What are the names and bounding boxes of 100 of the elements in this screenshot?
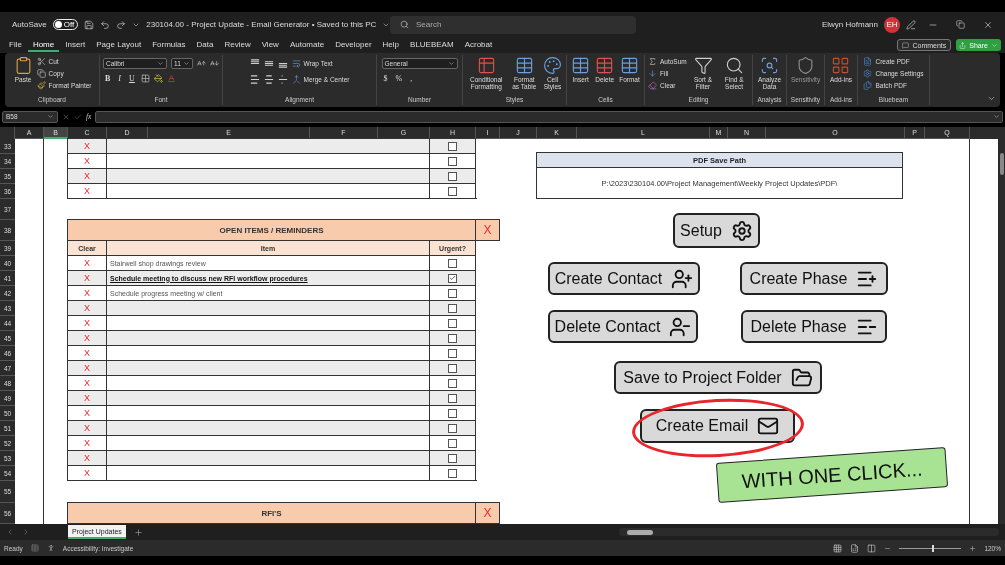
- italic-button[interactable]: I: [116, 74, 123, 83]
- callout-label: WITH ONE CLICK...: [715, 447, 949, 503]
- macro-button[interactable]: Create Contact: [548, 262, 700, 295]
- checkbox[interactable]: [448, 273, 457, 283]
- shield-icon: [796, 56, 815, 75]
- envelope-icon: [757, 415, 780, 437]
- checkbox[interactable]: [448, 171, 457, 181]
- checkbox[interactable]: [448, 363, 457, 373]
- checkbox[interactable]: [448, 186, 457, 196]
- search-icon: [400, 19, 409, 29]
- menu-tab[interactable]: Automate: [284, 38, 330, 52]
- checkbox[interactable]: [448, 333, 457, 343]
- checkbox[interactable]: [448, 156, 457, 166]
- checkbox[interactable]: [448, 393, 457, 403]
- checkbox[interactable]: [448, 408, 457, 418]
- menu-tab[interactable]: BLUEBEAM: [405, 38, 459, 52]
- x-mark[interactable]: X: [67, 465, 107, 481]
- zoom-thumb[interactable]: [931, 544, 934, 552]
- folder-icon: [790, 366, 813, 389]
- x-mark[interactable]: X: [67, 420, 107, 436]
- x-mark[interactable]: X: [67, 270, 107, 286]
- checkbox[interactable]: [448, 468, 457, 478]
- macro-button[interactable]: Delete Contact: [548, 310, 698, 343]
- restore-icon: [956, 20, 965, 29]
- x-mark[interactable]: X: [67, 168, 107, 184]
- checkbox[interactable]: [448, 348, 457, 358]
- menu-tab[interactable]: Developer: [330, 38, 377, 52]
- menu-tab[interactable]: Review: [219, 38, 256, 52]
- x-mark[interactable]: X: [67, 360, 107, 376]
- x-mark[interactable]: X: [67, 300, 107, 316]
- search-field[interactable]: Search: [390, 15, 636, 34]
- checkbox[interactable]: [448, 453, 457, 463]
- x-mark[interactable]: X: [67, 435, 107, 451]
- table-icon: [595, 56, 615, 75]
- comma-style-button[interactable]: ,: [408, 74, 415, 83]
- menu-tab[interactable]: View: [256, 38, 284, 52]
- checkbox[interactable]: [448, 141, 457, 151]
- align-icon[interactable]: [263, 74, 274, 85]
- filter-icon: [693, 56, 713, 75]
- menu-tab[interactable]: Data: [191, 38, 219, 52]
- x-mark[interactable]: X: [67, 138, 107, 154]
- menu-tab[interactable]: Formulas: [147, 38, 191, 52]
- x-mark[interactable]: X: [67, 375, 107, 391]
- formula-field[interactable]: [95, 110, 1003, 123]
- menu-tab[interactable]: Insert: [60, 38, 91, 52]
- bold-button[interactable]: B: [103, 74, 113, 83]
- checkbox[interactable]: [448, 378, 457, 388]
- checkbox[interactable]: [448, 318, 457, 328]
- x-mark[interactable]: X: [67, 345, 107, 361]
- menu-tab[interactable]: Acrobat: [459, 38, 498, 52]
- x-mark[interactable]: X: [67, 153, 107, 169]
- magnifier-icon: [760, 56, 779, 75]
- border-icon: [140, 74, 150, 83]
- x-mark[interactable]: X: [67, 390, 107, 406]
- x-mark[interactable]: X: [67, 183, 107, 199]
- arrow-down-icon: [648, 69, 657, 78]
- macro-button[interactable]: Create Email: [640, 409, 795, 443]
- font-grow-icon: [197, 59, 206, 68]
- checkbox[interactable]: [448, 303, 457, 313]
- x-mark[interactable]: X: [67, 450, 107, 466]
- align-icon[interactable]: [263, 58, 274, 69]
- checkbox[interactable]: [448, 288, 457, 298]
- checkbox[interactable]: [448, 423, 457, 433]
- save-icon: [84, 19, 95, 30]
- x-mark[interactable]: X: [67, 330, 107, 346]
- merge-icon: [291, 75, 301, 84]
- percent-button[interactable]: %: [393, 74, 405, 83]
- currency-button[interactable]: $: [381, 74, 390, 83]
- menu-tab[interactable]: Help: [377, 38, 405, 52]
- sheet-icon: [30, 544, 39, 552]
- menu-tab[interactable]: Page Layout: [91, 38, 147, 52]
- x-mark[interactable]: X: [67, 315, 107, 331]
- accessibility-icon: [46, 544, 55, 552]
- table-icon: [571, 56, 591, 75]
- align-icon[interactable]: [249, 74, 260, 85]
- close-icon: [983, 19, 993, 30]
- macro-button[interactable]: Setup: [673, 213, 760, 248]
- autosave-label: AutoSave: [12, 20, 47, 29]
- chevron-icon: [157, 60, 164, 67]
- x-mark[interactable]: X: [67, 405, 107, 421]
- macro-button[interactable]: Save to Project Folder: [614, 361, 822, 394]
- page-break-icon: [867, 543, 877, 553]
- table-icon: [476, 56, 496, 75]
- checkbox[interactable]: [448, 438, 457, 448]
- align-icon[interactable]: [277, 74, 288, 85]
- chevron-icon: [183, 60, 190, 67]
- user-name: Elwyn Hofmann: [821, 20, 878, 29]
- copy-icon: [36, 69, 46, 78]
- menu-tab[interactable]: File: [4, 38, 27, 52]
- user-avatar[interactable]: EH: [884, 16, 900, 33]
- cancel-icon: [62, 112, 70, 121]
- underline-button[interactable]: U: [127, 74, 137, 83]
- checkbox[interactable]: [448, 258, 457, 268]
- horizontal-scrollbar[interactable]: [619, 528, 999, 536]
- macro-button[interactable]: Delete Phase: [741, 310, 887, 343]
- scrollbar-thumb[interactable]: [999, 153, 1004, 175]
- macro-button[interactable]: Create Phase: [740, 262, 888, 295]
- gear-icon: [863, 69, 873, 78]
- documents-icon: [863, 81, 873, 90]
- sigma-icon: [648, 57, 657, 66]
